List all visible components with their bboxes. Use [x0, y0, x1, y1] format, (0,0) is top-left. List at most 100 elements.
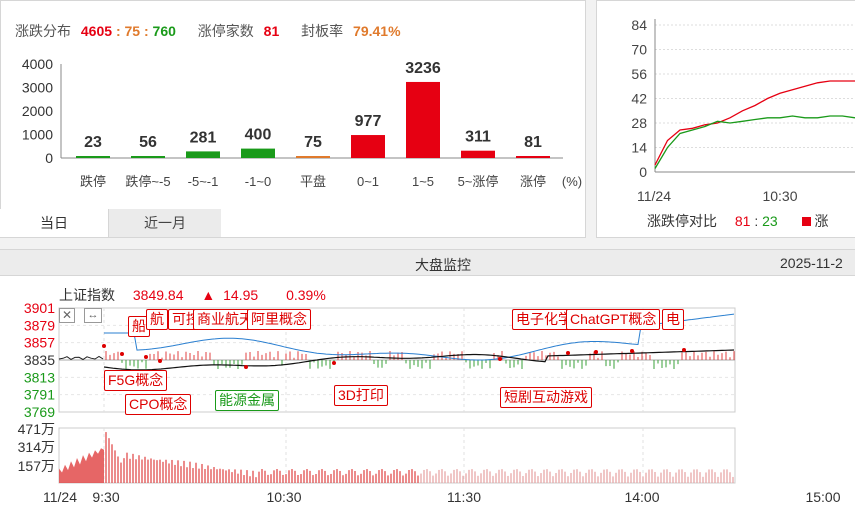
tab-last-month[interactable]: 近一月 — [108, 209, 221, 237]
time-tick-label: 10:30 — [266, 489, 301, 505]
time-tick-label: 14:00 — [624, 489, 659, 505]
event-marker — [498, 357, 502, 361]
seal-rate-label: 封板率 — [301, 23, 344, 39]
annotation-tag[interactable]: 短剧互动游戏 — [500, 387, 592, 408]
limit-compare-panel: 84 70 56 42 28 14 0 11/24 10:30 涨跌停对比 81 : 23 涨 — [596, 0, 855, 238]
event-marker — [244, 365, 248, 369]
price-tick-label: 3769 — [24, 404, 55, 420]
event-marker — [144, 355, 148, 359]
price-tick-label: 3879 — [24, 317, 55, 333]
y-tick-label: 0 — [45, 150, 53, 166]
bar — [461, 150, 495, 158]
bar — [351, 135, 385, 158]
market-monitor-panel: 大盘监控 2025-11-2 上证指数 3849.84 ▲ 14.95 0.39… — [0, 249, 855, 519]
volume-tick-label: 157万 — [18, 458, 55, 474]
x-tick-label: 跌停~-5 — [125, 174, 170, 189]
price-tick-label: 3857 — [24, 335, 55, 351]
close-icon[interactable]: ✕ — [59, 308, 75, 323]
event-marker — [630, 349, 634, 353]
bar-value-label: 3236 — [405, 60, 441, 77]
legend-swatch — [801, 217, 811, 226]
stats-row: 涨跌分布 4605 : 75 : 760 涨停家数 81 封板率 79.41% — [15, 21, 401, 41]
annotation-tag[interactable]: F5G概念 — [104, 370, 168, 391]
x-tick-label: 10:30 — [762, 188, 797, 201]
pre-market-line — [58, 355, 104, 361]
annotation-tag[interactable]: CPO概念 — [125, 394, 192, 415]
x-tick-label: 1~5 — [412, 174, 434, 189]
y-tick-label: 56 — [631, 66, 647, 82]
annotation-tag[interactable]: 3D打印 — [334, 385, 388, 406]
bar — [406, 81, 440, 158]
price-tick-label: 3901 — [24, 300, 55, 316]
x-tick-label: 涨停 — [520, 174, 546, 189]
compare-up-value: 81 — [734, 213, 751, 229]
annotation-tag[interactable]: 阿里概念 — [247, 309, 311, 330]
bar — [131, 156, 165, 158]
annotation-tag[interactable]: 航 — [146, 309, 168, 330]
limit-up-label: 涨停家数 — [197, 23, 254, 39]
compare-down-value: 23 — [762, 213, 778, 229]
price-tick-label: 3791 — [24, 387, 55, 403]
annotation-tag[interactable]: 能源金属 — [215, 390, 279, 411]
event-marker — [158, 359, 162, 363]
compare-separator: : — [754, 213, 759, 229]
distribution-label: 涨跌分布 — [15, 23, 71, 39]
x-tick-label: -5~-1 — [188, 174, 219, 189]
bar — [296, 156, 330, 158]
volume-tick-label: 314万 — [18, 439, 55, 455]
bar-value-label: 281 — [190, 129, 217, 146]
pre-market-volume-area — [59, 428, 104, 483]
event-marker — [594, 350, 598, 354]
expand-icon[interactable]: ↔ — [84, 308, 102, 323]
price-tick-label: 3835 — [24, 352, 55, 368]
flat-count: 75 — [124, 23, 141, 39]
bar — [516, 156, 550, 158]
time-tick-label: 15:00 — [805, 489, 840, 505]
seal-rate-value: 79.41% — [353, 23, 401, 39]
time-tick-label: 11:30 — [447, 489, 481, 505]
legend-extra-label: 涨 — [814, 213, 829, 229]
event-marker — [332, 361, 336, 365]
x-tick-label: 0~1 — [357, 174, 379, 189]
bar-value-label: 75 — [304, 134, 322, 151]
separator: : — [115, 23, 121, 39]
x-tick-label: 跌停 — [80, 174, 106, 189]
tab-today[interactable]: 当日 — [0, 209, 108, 237]
event-marker — [120, 352, 124, 356]
y-tick-label: 1000 — [22, 127, 53, 143]
compare-legend-label: 涨跌停对比 — [647, 213, 717, 229]
limit-up-count: 81 — [263, 23, 280, 39]
bar — [241, 148, 275, 158]
bar-value-label: 56 — [139, 134, 157, 151]
x-tick-label: 5~涨停 — [458, 174, 499, 189]
unit-label: (%) — [562, 174, 582, 189]
bar-value-label: 81 — [524, 134, 542, 151]
y-tick-label: 84 — [631, 17, 647, 33]
series-line — [654, 115, 855, 169]
annotation-tag[interactable]: 电 — [662, 309, 684, 330]
y-tick-label: 3000 — [22, 80, 53, 96]
bar — [76, 156, 110, 158]
y-tick-label: 42 — [631, 91, 647, 107]
bar-value-label: 311 — [465, 129, 491, 146]
y-tick-label: 70 — [631, 42, 647, 58]
limit-compare-line-chart: 84 70 56 42 28 14 0 11/24 10:30 — [631, 17, 855, 201]
event-marker — [566, 351, 570, 355]
down-count: 760 — [152, 23, 176, 39]
bar — [186, 151, 220, 158]
x-tick-label: 平盘 — [300, 174, 326, 189]
event-marker — [102, 344, 106, 348]
annotation-tag[interactable]: ChatGPT概念 — [566, 309, 661, 330]
distribution-panel: 涨跌分布 4605 : 75 : 760 涨停家数 81 封板率 79.41% … — [0, 0, 586, 238]
x-tick-label: 11/24 — [637, 188, 671, 201]
volume-tick-label: 471万 — [18, 421, 55, 437]
time-tick-label: 9:30 — [92, 489, 119, 505]
x-tick-label: -1~0 — [245, 174, 271, 189]
bar-value-label: 977 — [355, 113, 382, 130]
compare-legend: 涨跌停对比 81 : 23 涨 — [647, 211, 829, 231]
price-tick-label: 3813 — [24, 369, 55, 385]
y-tick-label: 4000 — [22, 56, 53, 72]
separator: : — [143, 23, 149, 39]
y-tick-label: 28 — [631, 115, 647, 131]
y-tick-label: 2000 — [22, 103, 53, 119]
